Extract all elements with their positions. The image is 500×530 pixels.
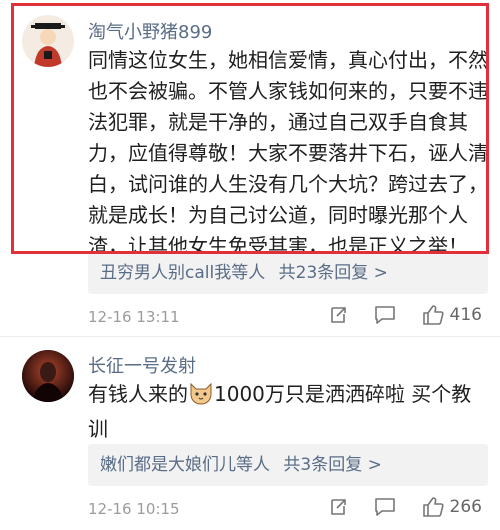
comment-text-segment: 1000万只是洒洒碎啦 买个教	[214, 382, 472, 406]
share-icon[interactable]	[328, 497, 348, 517]
like-count: 416	[449, 305, 482, 325]
comment-text: 有钱人来的 1000万只是洒洒碎啦 买个教 训	[88, 379, 488, 445]
like-icon[interactable]	[422, 496, 444, 518]
dark-portrait-avatar-icon	[22, 350, 74, 402]
reply-users: 丑穷男人别call我等人	[100, 263, 266, 283]
comment-timestamp: 12-16 10:15	[88, 500, 180, 518]
comment-text-line: 训	[88, 417, 108, 441]
cat-emoji-icon	[188, 381, 214, 414]
comment-text-segment: 有钱人来的	[88, 382, 188, 406]
share-icon[interactable]	[328, 305, 348, 325]
comment-2: 长征一号发射 有钱人来的 1000万只是洒洒碎啦 买个教 训 嫩们都是大娘们儿等…	[0, 337, 500, 530]
reply-users: 嫩们都是大娘们儿等人	[100, 455, 270, 475]
comment-text-line: 有钱人来的 1000万只是洒洒碎啦 买个教	[88, 379, 488, 414]
comment-timestamp: 12-16 13:11	[88, 308, 180, 326]
replies-preview[interactable]: 嫩们都是大娘们儿等人 共3条回复 >	[88, 444, 488, 486]
like-count: 266	[449, 497, 482, 517]
comment-actions: 416	[302, 304, 482, 326]
replies-preview[interactable]: 丑穷男人别call我等人 共23条回复 >	[88, 252, 488, 294]
comment-icon[interactable]	[374, 305, 396, 325]
reply-count: 共3条回复 >	[283, 455, 382, 475]
reply-count: 共23条回复 >	[278, 263, 388, 283]
comment-username[interactable]: 长征一号发射	[88, 352, 196, 378]
avatar[interactable]	[22, 350, 74, 402]
comment-actions: 266	[302, 496, 482, 518]
highlight-frame	[11, 3, 489, 254]
like-icon[interactable]	[422, 304, 444, 326]
comment-icon[interactable]	[374, 497, 396, 517]
